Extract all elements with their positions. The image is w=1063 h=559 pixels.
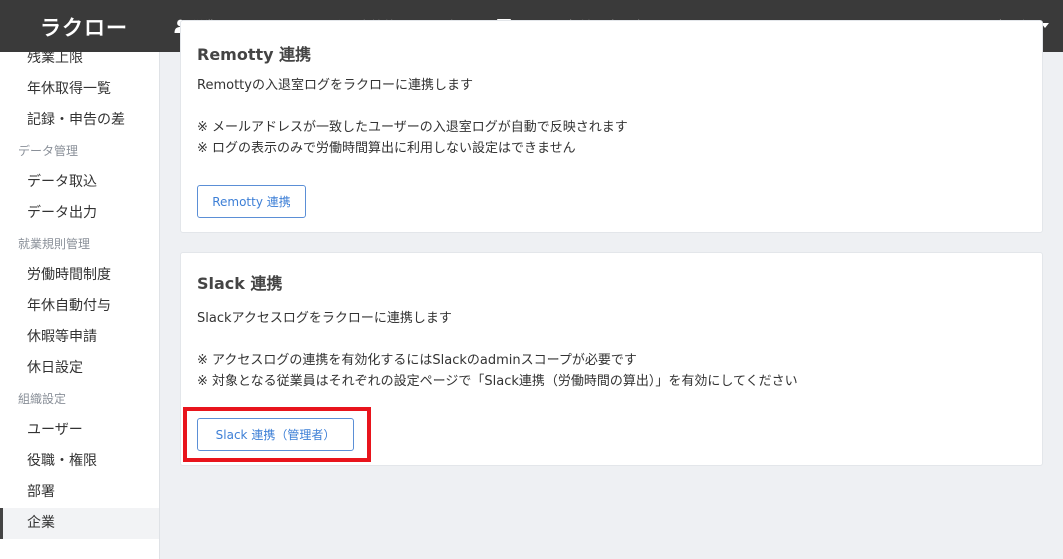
slack-note-2: ※ 対象となる従業員はそれぞれの設定ページで「Slack連携（労働時間の算出）」…	[197, 374, 798, 389]
sidebar-section-organization: 組織設定	[18, 392, 67, 406]
sidebar-item-data-import[interactable]: データ取込	[0, 167, 159, 198]
sidebar-item-working-hours-system[interactable]: 労働時間制度	[0, 260, 159, 291]
highlight-box	[183, 407, 371, 462]
remotty-description: Remottyの入退室ログをラクローに連携します	[197, 78, 473, 93]
sidebar-item-record-report-diff[interactable]: 記録・申告の差	[0, 105, 159, 136]
sidebar-item-leave-requests[interactable]: 休暇等申請	[0, 322, 159, 353]
remotty-integration-card: Remotty 連携 Remottyの入退室ログをラクローに連携します ※ メー…	[180, 20, 1043, 233]
sidebar-item-annual-leave-list[interactable]: 年休取得一覧	[0, 74, 159, 105]
slack-description: Slackアクセスログをラクローに連携します	[197, 311, 452, 326]
remotty-note-2: ※ ログの表示のみで労働時間算出に利用しない設定はできません	[197, 141, 576, 156]
sidebar-item-users[interactable]: ユーザー	[0, 415, 159, 446]
sidebar: 残業上限 年休取得一覧 記録・申告の差 データ管理 データ取込 データ出力 就業…	[0, 52, 160, 559]
slack-card-title: Slack 連携	[197, 274, 283, 293]
remotty-card-title: Remotty 連携	[197, 45, 312, 64]
slack-note-1: ※ アクセスログの連携を有効化するにはSlackのadminスコープが必要です	[197, 353, 637, 368]
sidebar-item-annual-leave-auto-grant[interactable]: 年休自動付与	[0, 291, 159, 322]
sidebar-item-company[interactable]: 企業	[0, 508, 159, 539]
sidebar-item-holiday-settings[interactable]: 休日設定	[0, 353, 159, 384]
app-logo[interactable]: ラクロー	[40, 12, 128, 42]
sidebar-menu: 残業上限 年休取得一覧 記録・申告の差 データ管理 データ取込 データ出力 就業…	[0, 52, 159, 539]
sidebar-item-overtime-limit[interactable]: 残業上限	[0, 52, 159, 74]
sidebar-item-roles-permissions[interactable]: 役職・権限	[0, 446, 159, 477]
sidebar-section-work-rules: 就業規則管理	[18, 237, 91, 251]
sidebar-item-departments[interactable]: 部署	[0, 477, 159, 508]
remotty-note-1: ※ メールアドレスが一致したユーザーの入退室ログが自動で反映されます	[197, 120, 628, 135]
sidebar-item-data-export[interactable]: データ出力	[0, 198, 159, 229]
sidebar-section-data-management: データ管理	[18, 144, 79, 158]
remotty-connect-button[interactable]: Remotty 連携	[197, 185, 306, 218]
